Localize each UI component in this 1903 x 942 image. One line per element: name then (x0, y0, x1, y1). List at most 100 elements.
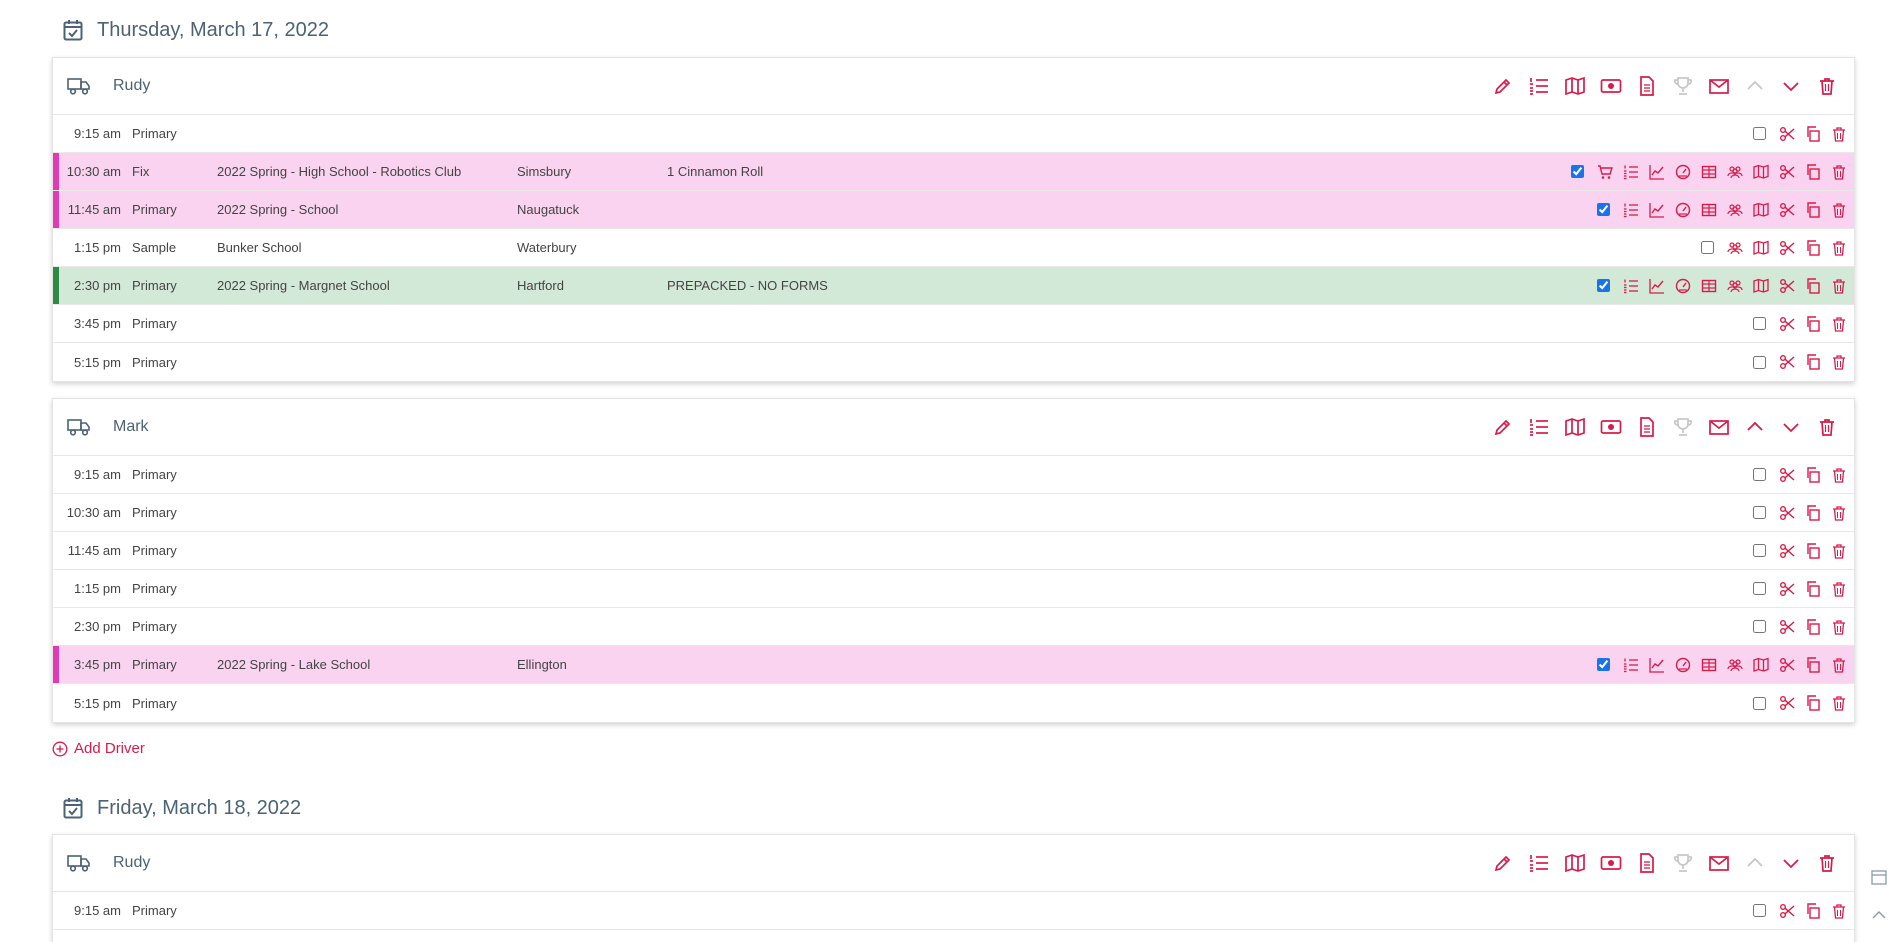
trophy-icon[interactable] (1670, 850, 1696, 876)
speedometer-icon[interactable] (1674, 201, 1692, 219)
copy-icon[interactable] (1804, 694, 1822, 712)
cash-icon[interactable] (1598, 850, 1624, 876)
people-icon[interactable] (1726, 656, 1744, 674)
speedometer-icon[interactable] (1674, 277, 1692, 295)
map-icon[interactable] (1562, 73, 1588, 99)
copy-icon[interactable] (1804, 315, 1822, 333)
numbered-list-icon[interactable] (1526, 850, 1552, 876)
scissors-icon[interactable] (1778, 902, 1796, 920)
table-icon[interactable] (1700, 277, 1718, 295)
envelope-icon[interactable] (1706, 73, 1732, 99)
trash-icon[interactable] (1830, 618, 1848, 636)
table-icon[interactable] (1700, 163, 1718, 181)
trash-icon[interactable] (1814, 414, 1840, 440)
chevron-down-icon[interactable] (1778, 73, 1804, 99)
numbered-list-icon[interactable] (1526, 73, 1552, 99)
trash-icon[interactable] (1830, 466, 1848, 484)
trash-icon[interactable] (1830, 656, 1848, 674)
chevron-down-icon[interactable] (1778, 414, 1804, 440)
scissors-icon[interactable] (1778, 504, 1796, 522)
trash-icon[interactable] (1830, 277, 1848, 295)
numbered-list-icon[interactable] (1526, 414, 1552, 440)
scroll-top-chevron-icon[interactable] (1870, 906, 1888, 924)
row-select-checkbox[interactable] (1571, 165, 1584, 178)
row-select-checkbox[interactable] (1597, 203, 1610, 216)
map-icon[interactable] (1752, 163, 1770, 181)
copy-icon[interactable] (1804, 656, 1822, 674)
row-select-checkbox[interactable] (1701, 241, 1714, 254)
envelope-icon[interactable] (1706, 414, 1732, 440)
map-icon[interactable] (1752, 239, 1770, 257)
scissors-icon[interactable] (1778, 694, 1796, 712)
scissors-icon[interactable] (1778, 542, 1796, 560)
copy-icon[interactable] (1804, 163, 1822, 181)
row-select-checkbox[interactable] (1753, 697, 1766, 710)
calendar-icon[interactable] (1870, 868, 1888, 886)
speedometer-icon[interactable] (1674, 656, 1692, 674)
row-select-checkbox[interactable] (1597, 279, 1610, 292)
scissors-icon[interactable] (1778, 353, 1796, 371)
trash-icon[interactable] (1830, 353, 1848, 371)
people-icon[interactable] (1726, 163, 1744, 181)
map-icon[interactable] (1752, 201, 1770, 219)
scissors-icon[interactable] (1778, 163, 1796, 181)
row-event[interactable]: 2022 Spring - School (217, 202, 338, 217)
scissors-icon[interactable] (1778, 277, 1796, 295)
trash-icon[interactable] (1830, 201, 1848, 219)
trash-icon[interactable] (1830, 580, 1848, 598)
copy-icon[interactable] (1804, 902, 1822, 920)
cash-icon[interactable] (1598, 73, 1624, 99)
row-select-checkbox[interactable] (1753, 317, 1766, 330)
row-select-checkbox[interactable] (1597, 658, 1610, 671)
copy-icon[interactable] (1804, 504, 1822, 522)
scissors-icon[interactable] (1778, 580, 1796, 598)
numbered-list-icon[interactable] (1622, 656, 1640, 674)
trash-icon[interactable] (1830, 163, 1848, 181)
add-driver-button[interactable]: Add Driver (52, 740, 145, 757)
trash-icon[interactable] (1814, 850, 1840, 876)
trash-icon[interactable] (1814, 73, 1840, 99)
trash-icon[interactable] (1830, 239, 1848, 257)
copy-icon[interactable] (1804, 618, 1822, 636)
trash-icon[interactable] (1830, 504, 1848, 522)
trash-icon[interactable] (1830, 125, 1848, 143)
row-event[interactable]: Bunker School (217, 240, 302, 255)
line-chart-icon[interactable] (1648, 277, 1666, 295)
pencil-icon[interactable] (1490, 73, 1516, 99)
trophy-icon[interactable] (1670, 414, 1696, 440)
trash-icon[interactable] (1830, 315, 1848, 333)
numbered-list-icon[interactable] (1622, 277, 1640, 295)
people-icon[interactable] (1726, 201, 1744, 219)
document-icon[interactable] (1634, 73, 1660, 99)
scissors-icon[interactable] (1778, 315, 1796, 333)
envelope-icon[interactable] (1706, 850, 1732, 876)
copy-icon[interactable] (1804, 466, 1822, 484)
scissors-icon[interactable] (1778, 201, 1796, 219)
document-icon[interactable] (1634, 414, 1660, 440)
row-select-checkbox[interactable] (1753, 506, 1766, 519)
people-icon[interactable] (1726, 239, 1744, 257)
copy-icon[interactable] (1804, 542, 1822, 560)
copy-icon[interactable] (1804, 277, 1822, 295)
scissors-icon[interactable] (1778, 239, 1796, 257)
row-select-checkbox[interactable] (1753, 582, 1766, 595)
chevron-up-icon[interactable] (1742, 414, 1768, 440)
copy-icon[interactable] (1804, 580, 1822, 598)
trophy-icon[interactable] (1670, 73, 1696, 99)
copy-icon[interactable] (1804, 201, 1822, 219)
chevron-up-icon[interactable] (1742, 850, 1768, 876)
copy-icon[interactable] (1804, 353, 1822, 371)
table-icon[interactable] (1700, 201, 1718, 219)
cash-icon[interactable] (1598, 414, 1624, 440)
copy-icon[interactable] (1804, 125, 1822, 143)
row-select-checkbox[interactable] (1753, 468, 1766, 481)
scissors-icon[interactable] (1778, 618, 1796, 636)
copy-icon[interactable] (1804, 239, 1822, 257)
table-icon[interactable] (1700, 656, 1718, 674)
map-icon[interactable] (1562, 414, 1588, 440)
scissors-icon[interactable] (1778, 466, 1796, 484)
map-icon[interactable] (1752, 656, 1770, 674)
row-event[interactable]: 2022 Spring - High School - Robotics Clu… (217, 164, 461, 179)
row-select-checkbox[interactable] (1753, 127, 1766, 140)
speedometer-icon[interactable] (1674, 163, 1692, 181)
